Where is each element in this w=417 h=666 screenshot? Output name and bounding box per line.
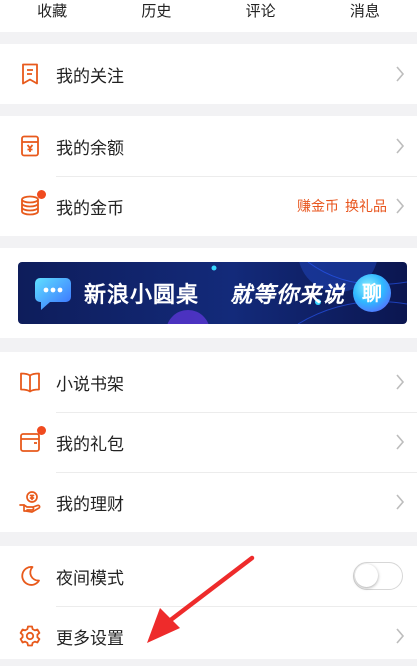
chevron-right-icon (395, 627, 405, 645)
menu-item-more-settings[interactable]: 更多设置 (0, 606, 417, 666)
tab-favorites[interactable]: 收藏 (0, 0, 104, 21)
gift-wallet-icon (18, 426, 46, 454)
notification-dot (37, 426, 46, 435)
menu-item-finance[interactable]: 我的理财 (0, 472, 417, 532)
money-hand-icon (18, 490, 42, 514)
banner-section: 新浪小圆桌 就等你来说 聊 (0, 248, 417, 338)
menu-item-balance[interactable]: 我的余额 (0, 116, 417, 176)
menu-item-novel-shelf[interactable]: 小说书架 (0, 352, 417, 412)
menu-item-night-mode: 夜间模式 (0, 546, 417, 606)
tab-messages[interactable]: 消息 (313, 0, 417, 21)
top-tab-bar: 收藏 历史 评论 消息 (0, 0, 417, 32)
night-mode-toggle[interactable] (353, 562, 403, 590)
menu-label: 我的关注 (56, 66, 124, 87)
wallet-yen-icon (18, 134, 42, 158)
chat-bubble-icon (32, 272, 74, 314)
menu-label: 我的余额 (56, 138, 124, 159)
banner-slogan: 就等你来说 (230, 283, 346, 308)
menu-group-wallet: 我的余额 我的金币 赚金币 换礼品 (0, 116, 417, 236)
menu-group-follow: 我的关注 (0, 44, 417, 104)
notification-dot (37, 190, 46, 199)
chevron-right-icon (395, 197, 405, 215)
banner-decoration (167, 262, 407, 324)
gear-icon (18, 624, 42, 648)
coins-links: 赚金币 换礼品 (297, 196, 387, 216)
promo-banner[interactable]: 新浪小圆桌 就等你来说 聊 (18, 262, 407, 324)
chevron-right-icon (395, 493, 405, 511)
menu-group-settings: 夜间模式 更多设置 (0, 546, 417, 659)
chevron-right-icon (395, 65, 405, 83)
coins-stack-icon (18, 190, 46, 218)
menu-label: 小说书架 (56, 374, 124, 395)
menu-label: 我的礼包 (56, 434, 124, 455)
exchange-gifts-link[interactable]: 换礼品 (345, 199, 387, 215)
menu-item-follow[interactable]: 我的关注 (0, 44, 417, 104)
earn-coins-link[interactable]: 赚金币 (297, 199, 339, 215)
menu-group-services: 小说书架 我的礼包 我的理财 (0, 352, 417, 532)
menu-label: 我的金币 (56, 198, 124, 219)
banner-title: 新浪小圆桌 (84, 283, 200, 308)
menu-label: 夜间模式 (56, 568, 124, 589)
open-book-icon (18, 370, 42, 394)
tab-history[interactable]: 历史 (104, 0, 208, 21)
chevron-right-icon (395, 433, 405, 451)
bookmark-icon (18, 62, 42, 86)
banner-chat-badge: 聊 (353, 274, 391, 312)
tab-comments[interactable]: 评论 (209, 0, 313, 21)
chevron-right-icon (395, 137, 405, 155)
menu-item-gift-pack[interactable]: 我的礼包 (0, 412, 417, 472)
menu-label: 更多设置 (56, 628, 124, 649)
menu-item-coins[interactable]: 我的金币 赚金币 换礼品 (0, 176, 417, 236)
moon-icon (18, 564, 42, 588)
toggle-knob (355, 564, 378, 587)
menu-label: 我的理财 (56, 494, 124, 515)
chevron-right-icon (395, 373, 405, 391)
